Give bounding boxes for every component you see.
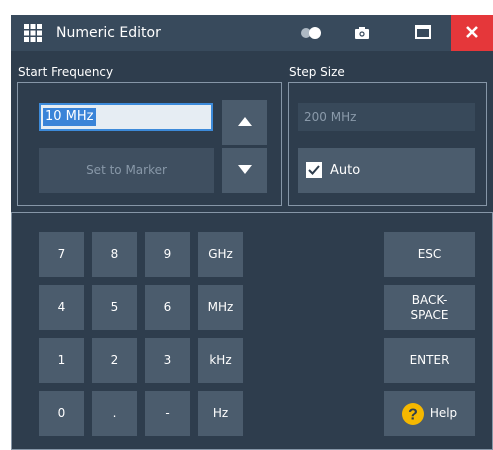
key-7[interactable]: 7 <box>39 232 84 277</box>
backspace-label-line1: BACK- <box>411 292 448 307</box>
key-8[interactable]: 8 <box>92 232 137 277</box>
svg-text:?: ? <box>408 406 418 423</box>
title-bar[interactable]: Numeric Editor <box>11 15 493 51</box>
maximize-button[interactable] <box>403 15 443 51</box>
grid-app-icon <box>24 24 42 42</box>
key-ghz[interactable]: GHz <box>198 232 243 277</box>
step-size-label: Step Size <box>289 65 345 79</box>
key-1[interactable]: 1 <box>39 338 84 383</box>
close-button[interactable] <box>451 15 493 51</box>
start-frequency-label: Start Frequency <box>18 65 114 79</box>
toggle-icon <box>300 24 322 43</box>
backspace-label-line2: SPACE <box>410 307 449 322</box>
start-frequency-input[interactable]: 10 MHz <box>39 103 213 131</box>
key-khz[interactable]: kHz <box>198 338 243 383</box>
key-5[interactable]: 5 <box>92 285 137 330</box>
triangle-down-icon <box>237 163 252 178</box>
start-frequency-value: 10 MHz <box>43 108 96 126</box>
key-0[interactable]: 0 <box>39 391 84 436</box>
key-4[interactable]: 4 <box>39 285 84 330</box>
screenshot-button[interactable] <box>342 15 382 51</box>
key-minus[interactable]: - <box>145 391 190 436</box>
backspace-button[interactable]: BACK- SPACE <box>384 285 475 330</box>
key-mhz[interactable]: MHz <box>198 285 243 330</box>
window-title: Numeric Editor <box>56 25 161 41</box>
decrement-button[interactable] <box>222 148 267 193</box>
key-decimal[interactable]: . <box>92 391 137 436</box>
auto-checkbox[interactable] <box>306 162 322 178</box>
key-9[interactable]: 9 <box>145 232 190 277</box>
key-2[interactable]: 2 <box>92 338 137 383</box>
enter-button[interactable]: ENTER <box>384 338 475 383</box>
auto-label: Auto <box>330 163 361 178</box>
key-hz[interactable]: Hz <box>198 391 243 436</box>
key-6[interactable]: 6 <box>145 285 190 330</box>
esc-button[interactable]: ESC <box>384 232 475 277</box>
auto-checkbox-button[interactable]: Auto <box>298 148 475 193</box>
question-icon: ? <box>401 402 424 425</box>
toggle-button[interactable] <box>291 15 331 51</box>
triangle-up-icon <box>237 115 252 130</box>
help-label: Help <box>429 406 458 420</box>
key-3[interactable]: 3 <box>145 338 190 383</box>
help-button[interactable]: ? Help <box>384 391 475 436</box>
increment-button[interactable] <box>222 100 267 145</box>
maximize-icon <box>415 24 431 43</box>
camera-icon <box>355 24 369 43</box>
set-to-marker-button[interactable]: Set to Marker <box>39 148 214 193</box>
close-icon <box>465 24 479 43</box>
numeric-editor-window: Numeric Editor Start Frequency 10 MHz Se… <box>11 15 493 450</box>
step-size-input[interactable]: 200 MHz <box>298 103 475 131</box>
